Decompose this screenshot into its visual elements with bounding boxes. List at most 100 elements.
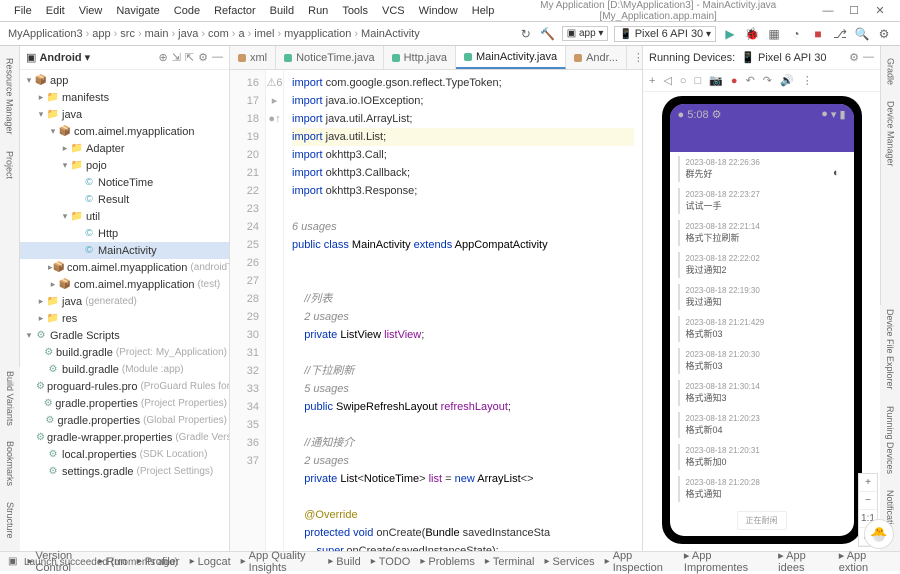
statusbar-app-quality-insights[interactable]: ▸App Quality Insights [241,550,319,574]
code-editor[interactable]: import com.google.gson.reflect.TypeToken… [284,70,642,551]
rail-bookmarks[interactable]: Bookmarks [5,437,15,490]
tree-node[interactable]: ▸ 📁 res [20,310,229,327]
emulator-frame[interactable]: ● 5:08 ⚙ ●▾▮ 2023-08-18 22:26:36 群先好 ◐ 2… [662,96,862,544]
tree-node[interactable]: ▸ 📁 Adapter [20,140,229,157]
stop-button[interactable]: ■ [810,26,826,42]
close-button[interactable]: ✕ [868,2,892,20]
line-gutter[interactable]: 1617181920212223242526272829303132333435… [230,70,266,551]
statusbar-app-impromentes[interactable]: ▸ App Impromentes [684,549,768,574]
breadcrumb-item[interactable]: java [178,28,198,40]
editor-tab[interactable]: MainActivity.java [456,46,566,69]
tree-node[interactable]: ▾ 📁 java [20,106,229,123]
chevron-icon[interactable]: ▸ [48,279,58,290]
tree-node[interactable]: © NoticeTime [20,174,229,191]
tree-node[interactable]: ▸ 📦 com.aimel.myapplication (androidTest… [20,259,229,276]
breadcrumb-item[interactable]: a [238,28,244,40]
git-icon[interactable]: ⎇ [832,26,848,42]
phone-list[interactable]: 2023-08-18 22:26:36 群先好 ◐ 2023-08-18 22:… [670,152,854,505]
breadcrumb-item[interactable]: main [145,28,169,40]
rail-gradle[interactable]: Gradle [886,54,896,89]
chevron-icon[interactable]: ▸ [36,296,46,307]
tree-node[interactable]: ▾ 📦 app [20,72,229,89]
profile-button[interactable]: ◔ [788,26,804,42]
tree-node[interactable]: © MainActivity [20,242,229,259]
menu-tools[interactable]: Tools [336,3,374,19]
editor-tab[interactable]: Http.java [384,46,456,69]
rec-icon[interactable]: ● [731,75,738,87]
phone-list-item[interactable]: 2023-08-18 22:23:27 试试一手 [678,188,846,214]
chevron-icon[interactable]: ▸ [60,143,70,154]
statusbar-app-inspection[interactable]: ▸App Inspection [605,550,664,574]
breadcrumb-item[interactable]: com [208,28,229,40]
phone-list-item[interactable]: 2023-08-18 22:26:36 群先好 ◐ [678,156,846,182]
breadcrumb-item[interactable]: myapplication [284,28,351,40]
tree-node[interactable]: ▾ ⚙ Gradle Scripts [20,327,229,344]
select-opened-icon[interactable]: ⊕ [158,51,167,64]
statusbar-services[interactable]: ▸Services [544,550,594,574]
rail-device-manager[interactable]: Device Manager [886,97,896,171]
statusbar-build[interactable]: ▸Build [328,550,361,574]
phone-list-item[interactable]: 2023-08-18 21:20:28 格式通知 [678,476,846,502]
phone-list-item[interactable]: 2023-08-18 22:22:02 我过通知2 [678,252,846,278]
tree-node[interactable]: ▾ 📁 pojo [20,157,229,174]
menu-refactor[interactable]: Refactor [208,3,262,19]
rotate-right-icon[interactable]: ↷ [763,74,772,87]
statusbar-terminal[interactable]: ▸Terminal [485,550,535,574]
chevron-icon[interactable]: ▾ [60,211,70,222]
tree-node[interactable]: ⚙ local.properties (SDK Location) [20,446,229,463]
breadcrumb-item[interactable]: MyApplication3 [8,28,83,40]
chevron-icon[interactable]: ▸ [36,313,46,324]
statusbar-app-idees[interactable]: ▸ App idees [778,549,829,574]
volume-icon[interactable]: 🔊 [780,74,794,87]
menu-navigate[interactable]: Navigate [110,3,165,19]
rotate-left-icon[interactable]: ↶ [746,74,755,87]
run-button[interactable]: ▶ [722,26,738,42]
device-selector[interactable]: 📱 Pixel 6 API 30 ▾ [614,26,716,42]
more-icon[interactable]: ⋮ [802,74,813,87]
hide-icon[interactable]: — [212,51,223,64]
run-config-selector[interactable]: ▣ app ▾ [562,26,609,41]
sync-icon[interactable]: ↻ [518,26,534,42]
settings-icon[interactable]: ⚙ [198,51,208,64]
menu-view[interactable]: View [73,3,109,19]
rail-build-variants[interactable]: Build Variants [5,367,15,430]
breadcrumb-item[interactable]: imel [254,28,274,40]
menu-build[interactable]: Build [264,3,300,19]
phone-list-item[interactable]: 2023-08-18 21:30:14 格式通知3 [678,380,846,406]
menu-window[interactable]: Window [413,3,464,19]
hammer-icon[interactable]: 🔨 [540,26,556,42]
menu-edit[interactable]: Edit [40,3,71,19]
editor-tab[interactable]: Andr... [566,46,627,69]
recents-icon[interactable]: □ [695,75,702,87]
home-icon[interactable]: ○ [680,75,687,87]
running-device-tab[interactable]: 📱 Pixel 6 API 30 [741,51,826,64]
phone-list-item[interactable]: 2023-08-18 22:21:14 格式下拉刷新 [678,220,846,246]
tree-node[interactable]: ▸ 📦 com.aimel.myapplication (test) [20,276,229,293]
android-dropdown[interactable]: ▣ Android ▾ [26,51,90,64]
collapse-icon[interactable]: ⇱ [185,51,194,64]
chevron-icon[interactable]: ▾ [24,75,34,86]
screenshot-icon[interactable]: 📷 [709,74,723,87]
rail-resource-manager[interactable]: Resource Manager [5,54,15,139]
menu-vcs[interactable]: VCS [376,3,411,19]
phone-list-item[interactable]: 2023-08-18 22:19:30 我过通知 [678,284,846,310]
breadcrumb[interactable]: MyApplication3›app›src›main›java›com›a›i… [8,28,420,40]
editor-tab[interactable]: xml [230,46,276,69]
chevron-icon[interactable]: ▾ [24,330,34,341]
statusbar-app-extion[interactable]: ▸ App extion [839,549,892,574]
statusbar-problems[interactable]: ▸Problems [420,550,475,574]
tree-node[interactable]: ▾ 📁 util [20,208,229,225]
tree-node[interactable]: ⚙ build.gradle (Module :app) [20,361,229,378]
zoom-out-button[interactable]: − [859,492,877,510]
maximize-button[interactable]: ☐ [842,2,866,20]
minimize-button[interactable]: — [816,2,840,20]
breadcrumb-item[interactable]: MainActivity [361,28,420,40]
tree-node[interactable]: ⚙ gradle.properties (Global Properties) [20,412,229,429]
coverage-button[interactable]: ▦ [766,26,782,42]
chevron-icon[interactable]: ▸ [36,92,46,103]
hide-icon[interactable]: — [863,51,874,64]
statusbar-logcat[interactable]: ▸Logcat [190,550,231,574]
tree-node[interactable]: ▸ 📁 manifests [20,89,229,106]
statusbar-todo[interactable]: ▸TODO [371,550,411,574]
debug-button[interactable]: 🐞 [744,26,760,42]
